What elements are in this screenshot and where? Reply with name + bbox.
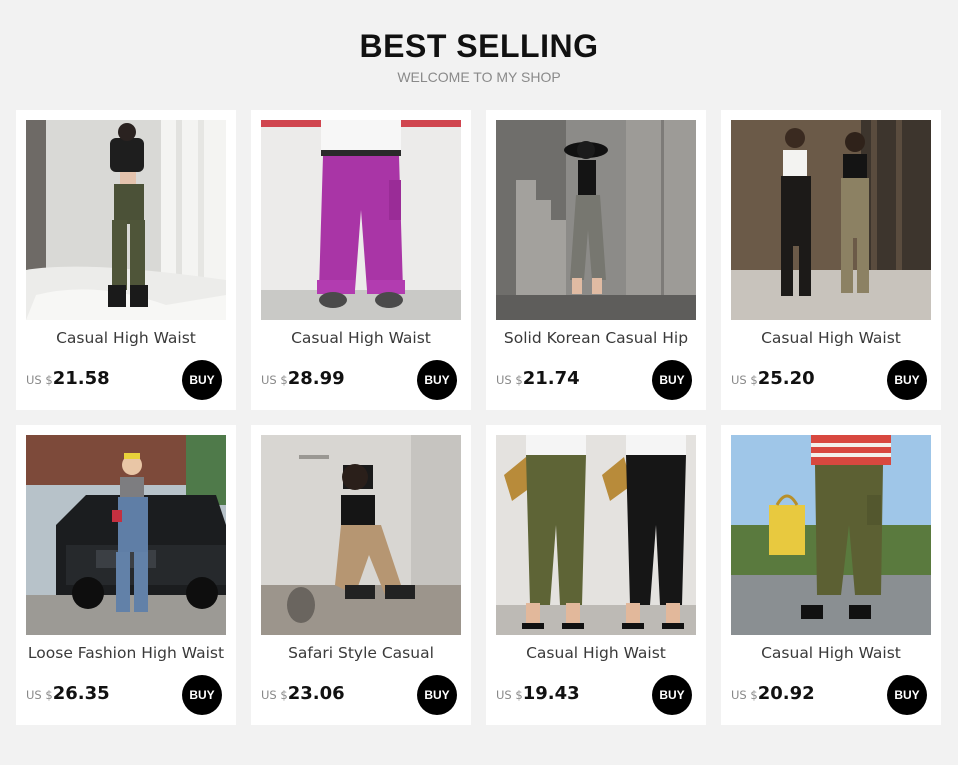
currency-label: US $ — [261, 373, 288, 387]
product-card[interactable]: Loose Fashion High Waist US $26.35 BUY — [16, 425, 236, 725]
price-value: 25.20 — [757, 368, 815, 389]
product-price: US $20.92 — [731, 683, 815, 704]
buy-button[interactable]: BUY — [887, 360, 927, 400]
price-value: 20.92 — [757, 683, 815, 704]
product-price: US $26.35 — [26, 683, 110, 704]
product-price: US $19.43 — [496, 683, 580, 704]
product-price: US $23.06 — [261, 683, 345, 704]
product-image[interactable] — [261, 435, 461, 635]
product-name[interactable]: Solid Korean Casual Hip — [490, 329, 702, 347]
buy-button[interactable]: BUY — [652, 675, 692, 715]
product-image[interactable] — [261, 120, 461, 320]
buy-button[interactable]: BUY — [887, 675, 927, 715]
product-name[interactable]: Loose Fashion High Waist — [20, 644, 232, 662]
product-image[interactable] — [496, 120, 696, 320]
price-value: 26.35 — [52, 683, 110, 704]
page-subtitle: WELCOME TO MY SHOP — [397, 69, 561, 85]
product-name[interactable]: Casual High Waist — [725, 329, 937, 347]
product-card[interactable]: Casual High Waist US $25.20 BUY — [721, 110, 941, 410]
page-title: BEST SELLING — [359, 28, 599, 64]
buy-button[interactable]: BUY — [417, 675, 457, 715]
product-card[interactable]: Casual High Waist US $19.43 BUY — [486, 425, 706, 725]
currency-label: US $ — [731, 373, 758, 387]
product-price: US $21.58 — [26, 368, 110, 389]
currency-label: US $ — [261, 688, 288, 702]
currency-label: US $ — [26, 373, 53, 387]
price-value: 23.06 — [287, 683, 345, 704]
product-name[interactable]: Casual High Waist — [20, 329, 232, 347]
product-card[interactable]: Casual High Waist US $28.99 BUY — [251, 110, 471, 410]
product-price: US $25.20 — [731, 368, 815, 389]
price-value: 28.99 — [287, 368, 345, 389]
product-card[interactable]: Casual High Waist US $20.92 BUY — [721, 425, 941, 725]
currency-label: US $ — [496, 373, 523, 387]
buy-button[interactable]: BUY — [417, 360, 457, 400]
product-price: US $28.99 — [261, 368, 345, 389]
currency-label: US $ — [731, 688, 758, 702]
currency-label: US $ — [496, 688, 523, 702]
product-name[interactable]: Safari Style Casual — [255, 644, 467, 662]
price-value: 21.58 — [52, 368, 110, 389]
product-image[interactable] — [731, 120, 931, 320]
product-card[interactable]: Casual High Waist US $21.58 BUY — [16, 110, 236, 410]
product-card[interactable]: Safari Style Casual US $23.06 BUY — [251, 425, 471, 725]
buy-button[interactable]: BUY — [182, 675, 222, 715]
product-name[interactable]: Casual High Waist — [255, 329, 467, 347]
product-name[interactable]: Casual High Waist — [725, 644, 937, 662]
price-value: 21.74 — [522, 368, 580, 389]
price-value: 19.43 — [522, 683, 580, 704]
product-image[interactable] — [26, 120, 226, 320]
buy-button[interactable]: BUY — [652, 360, 692, 400]
product-price: US $21.74 — [496, 368, 580, 389]
product-image[interactable] — [731, 435, 931, 635]
product-image[interactable] — [26, 435, 226, 635]
buy-button[interactable]: BUY — [182, 360, 222, 400]
product-name[interactable]: Casual High Waist — [490, 644, 702, 662]
page-header: BEST SELLING WELCOME TO MY SHOP — [0, 27, 958, 86]
product-card[interactable]: Solid Korean Casual Hip US $21.74 BUY — [486, 110, 706, 410]
product-image[interactable] — [496, 435, 696, 635]
product-grid: Casual High Waist US $21.58 BUY Casual H… — [16, 110, 942, 725]
currency-label: US $ — [26, 688, 53, 702]
